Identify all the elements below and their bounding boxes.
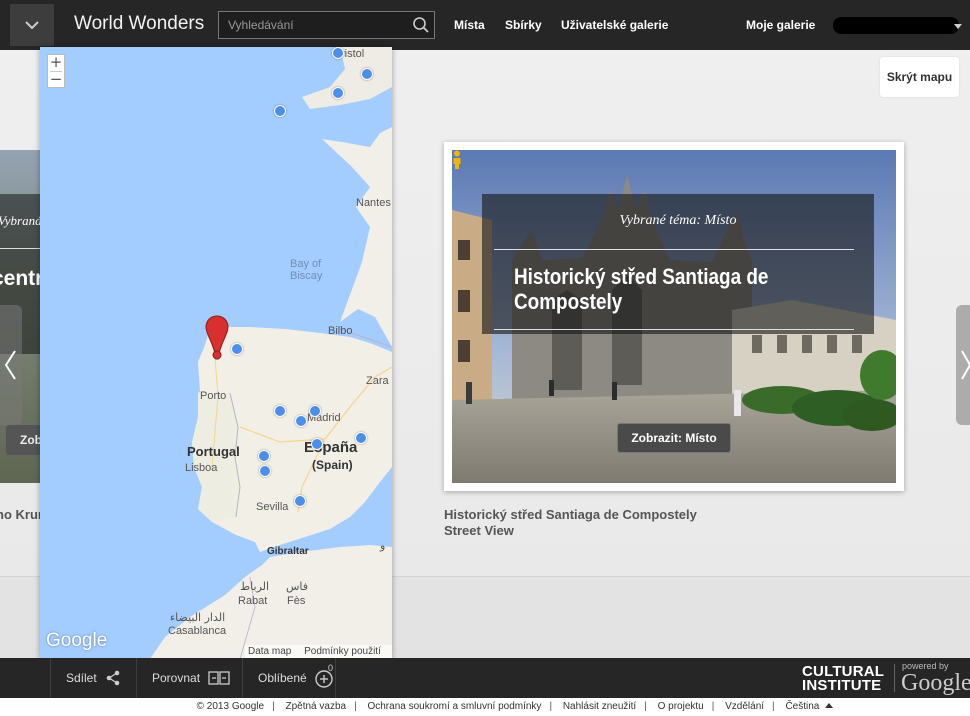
google-map-logo[interactable]: Google (46, 630, 107, 652)
map-marker[interactable] (332, 87, 344, 99)
caret-down-icon[interactable] (954, 24, 962, 29)
chevron-down-icon (25, 21, 39, 30)
favorites-button[interactable]: Oblíbené 0 (242, 658, 336, 698)
previous-card-caption[interactable]: no Krum (0, 507, 40, 522)
search-input[interactable] (219, 12, 404, 38)
map-label-spain: (Spain) (312, 458, 353, 472)
map-label-fes-arabic: فاس (286, 580, 309, 593)
map-label-bay-line2: Biscay (290, 270, 323, 282)
brand-title[interactable]: World Wonders (74, 13, 204, 35)
map-label-rabat-arabic: الرباط (240, 580, 270, 593)
account-name-redacted[interactable] (833, 17, 959, 34)
compare-button[interactable]: Porovnat (136, 658, 242, 698)
previous-card-title: centr (0, 267, 40, 290)
map-label-sevilla: Sevilla (256, 501, 289, 513)
nav-user-galleries[interactable]: Uživatelské galerie (561, 18, 668, 32)
map-marker[interactable] (311, 438, 323, 450)
footer-copyright: © 2013 Google (196, 701, 265, 712)
carousel-next-button[interactable] (956, 305, 970, 425)
map-marker[interactable] (294, 495, 306, 507)
footer-language-label: Čeština (785, 701, 820, 712)
map-label-gibraltar: Gibraltar (267, 546, 309, 557)
map-label-lisboa: Lisboa (185, 462, 218, 474)
map-marker[interactable] (295, 415, 307, 427)
map-marker[interactable] (309, 405, 321, 417)
featured-title[interactable]: Historický střed Santiaga de Compostely (514, 264, 806, 314)
featured-photo[interactable]: Vybrané téma: Místo Historický střed San… (452, 150, 896, 483)
cultural-institute-logo[interactable]: CULTURAL INSTITUTE (802, 664, 884, 694)
share-label: Sdílet (66, 671, 97, 685)
map-marker[interactable] (355, 432, 367, 444)
hide-map-button[interactable]: Skrýt mapu (880, 57, 959, 97)
nav-my-gallery[interactable]: Moje galerie (746, 18, 815, 32)
zoom-in-button[interactable]: + (48, 55, 64, 71)
google-logo[interactable]: Google (901, 670, 970, 697)
map-label-bilbo: Bilbo (328, 325, 353, 337)
compare-label: Porovnat (152, 671, 201, 685)
chevron-left-icon (4, 350, 16, 380)
map-label-porto: Porto (200, 390, 227, 402)
map-label-fes: Fès (287, 595, 306, 607)
divider (0, 248, 40, 249)
top-bar: World Wonders Místa Sbírky Uživatelské g… (0, 0, 970, 50)
footer-report-abuse-link[interactable]: Nahlásit zneužití (563, 701, 636, 712)
footer-language-select[interactable]: Čeština (785, 701, 834, 712)
nav-collections[interactable]: Sbírky (505, 18, 542, 32)
featured-caption-title[interactable]: Historický střed Santiaga de Compostely (444, 507, 697, 523)
favorites-label: Oblíbené (258, 671, 307, 685)
zoom-out-button[interactable]: − (48, 72, 64, 88)
ci-logo-line2: INSTITUTE (802, 677, 882, 694)
view-place-button[interactable]: Zobrazit: Místo (617, 423, 731, 453)
featured-caption[interactable]: Historický střed Santiaga de Compostely … (444, 507, 697, 539)
featured-card[interactable]: Vybrané téma: Místo Historický střed San… (444, 142, 904, 491)
share-button[interactable]: Sdílet (50, 658, 136, 698)
divider (494, 329, 854, 330)
previous-card-view-button[interactable]: Zobr (6, 425, 40, 455)
map-attribution: Data map Podmínky použití (245, 645, 392, 658)
footer-feedback-link[interactable]: Zpětná vazba (285, 701, 346, 712)
map-label-zara: Zara (366, 375, 389, 387)
featured-theme-label: Vybrané téma: Místo (619, 213, 737, 228)
menu-toggle-button[interactable] (10, 4, 54, 46)
map-terms-link[interactable]: Podmínky použití (304, 646, 381, 657)
footer-privacy-link[interactable]: Ochrana soukromí a smluvní podmínky (367, 701, 541, 712)
map-panel[interactable]: + − ristol Nantes Bay of Biscay Bilbo Za… (40, 47, 392, 659)
map-marker[interactable] (332, 47, 344, 59)
featured-overlay: Vybrané téma: Místo Historický střed San… (482, 194, 874, 334)
map-label-portugal: Portugal (187, 444, 240, 459)
map-marker[interactable] (259, 465, 271, 477)
share-icon (106, 670, 119, 686)
favorites-count-badge: 0 (328, 663, 334, 673)
street-view-pegman-icon[interactable] (452, 150, 462, 170)
map-zoom-control: + − (47, 54, 65, 88)
previous-card-theme: Vybraná (0, 213, 40, 228)
footer-about-link[interactable]: O projektu (658, 701, 704, 712)
map-label-bristol: ristol (341, 48, 365, 60)
footer: © 2013 Google | Zpětná vazba | Ochrana sou… (0, 698, 970, 716)
map-label-bay-line1: Bay of (290, 258, 322, 270)
divider (894, 664, 895, 692)
map-marker[interactable] (231, 343, 243, 355)
footer-education-link[interactable]: Vzdělání (725, 701, 764, 712)
map-pin-selected-icon[interactable] (205, 315, 229, 361)
map-marker[interactable] (274, 105, 286, 117)
map-marker[interactable] (361, 68, 373, 80)
search-icon[interactable] (412, 16, 430, 34)
map-label-casablanca-arabic: الدار البيضاء (170, 611, 226, 624)
nav-places[interactable]: Místa (454, 18, 485, 32)
map-label-rabat: Rabat (238, 595, 268, 607)
featured-caption-subtitle: Street View (444, 523, 514, 538)
search-box (218, 11, 435, 39)
map-label-casablanca: Casablanca (168, 625, 227, 637)
map-marker[interactable] (274, 405, 286, 417)
map-marker[interactable] (258, 450, 270, 462)
carousel-prev-button[interactable] (0, 305, 22, 425)
map-label-nantes: Nantes (356, 197, 391, 209)
map-data-link[interactable]: Data map (248, 646, 291, 657)
caret-up-icon (825, 703, 834, 708)
chevron-right-icon (961, 350, 970, 380)
map-label-algeria-fragment: ﻭ (380, 539, 386, 552)
divider (494, 249, 854, 250)
compare-icon (208, 671, 230, 685)
